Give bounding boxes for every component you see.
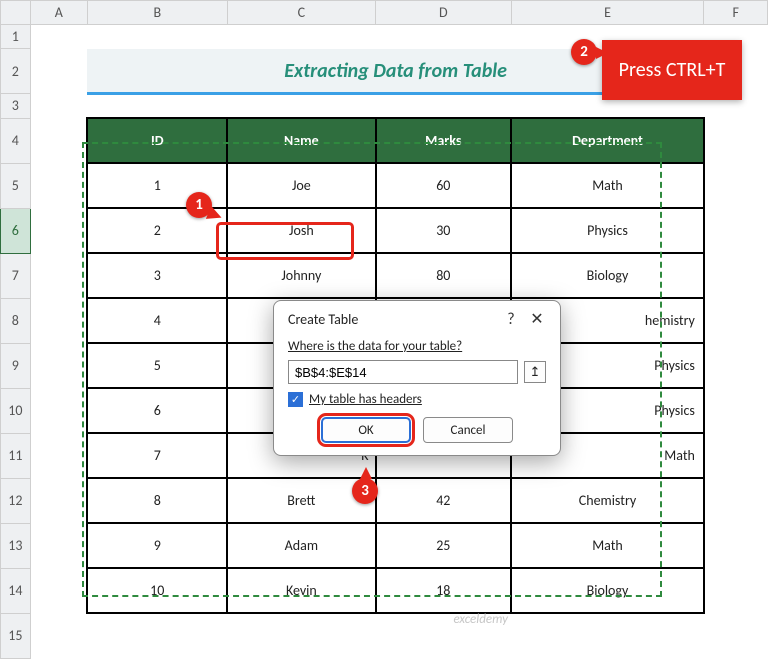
row-header-9[interactable]: 9 [1,343,31,388]
cell-B7[interactable]: 3 [87,253,227,298]
checkmark-icon: ✓ [291,393,300,406]
col-header-C[interactable]: C [227,1,375,25]
table-header-name: Name [227,118,375,163]
col-header-B[interactable]: B [87,1,227,25]
row-header-14[interactable]: 14 [1,568,31,613]
cell-D5[interactable]: 60 [376,163,512,208]
table-range-input[interactable] [288,360,518,384]
cell-D7[interactable]: 80 [376,253,512,298]
ok-button[interactable]: OK [321,417,411,443]
row-header-8[interactable]: 8 [1,298,31,343]
row-header-13[interactable]: 13 [1,523,31,568]
col-header-F[interactable]: F [704,1,768,25]
cell-E6[interactable]: Physics [511,208,704,253]
dialog-close-button[interactable]: ✕ [524,309,550,329]
collapse-icon: ↥ [530,365,541,380]
cell-B12[interactable]: 8 [87,478,227,523]
row-header-15[interactable]: 15 [1,613,31,658]
row-header-4[interactable]: 4 [1,118,31,163]
cell-B13[interactable]: 9 [87,523,227,568]
cell-B9[interactable]: 5 [87,343,227,388]
cell-B11[interactable]: 7 [87,433,227,478]
row-header-12[interactable]: 12 [1,478,31,523]
table-header-id: ID [87,118,227,163]
cell-E12[interactable]: Chemistry [511,478,704,523]
select-all-corner[interactable] [1,1,31,25]
row-header-6[interactable]: 6 [1,208,31,253]
headers-checkbox[interactable]: ✓ [288,392,303,407]
row-header-1[interactable]: 1 [1,25,31,49]
row-header-2[interactable]: 2 [1,49,31,94]
cell-C14[interactable]: Kevin [227,568,375,613]
cell-E5[interactable]: Math [511,163,704,208]
cell-C5[interactable]: Joe [227,163,375,208]
cell-C7[interactable]: Johnny [227,253,375,298]
cell-B10[interactable]: 6 [87,388,227,433]
dialog-title: Create Table [288,311,498,328]
cell-B8[interactable]: 4 [87,298,227,343]
dialog-question: Where is the data for your table? [274,335,560,360]
cell-E13[interactable]: Math [511,523,704,568]
cell-C13[interactable]: Adam [227,523,375,568]
dialog-help-button[interactable]: ? [498,310,524,329]
watermark: exceldemy [453,612,508,627]
row-header-7[interactable]: 7 [1,253,31,298]
table-header-dept: Department [511,118,704,163]
row-header-10[interactable]: 10 [1,388,31,433]
row-header-11[interactable]: 11 [1,433,31,478]
cell-E7[interactable]: Biology [511,253,704,298]
press-ctrl-t-banner: Press CTRL+T [602,40,742,100]
cell-D12[interactable]: 42 [376,478,512,523]
callout-badge-2: 2 [571,39,597,65]
cancel-button[interactable]: Cancel [423,417,513,443]
create-table-dialog: Create Table ? ✕ Where is the data for y… [273,300,561,456]
row-header-3[interactable]: 3 [1,94,31,118]
table-header-marks: Marks [376,118,512,163]
cell-C6[interactable]: Josh [227,208,375,253]
col-header-E[interactable]: E [511,1,704,25]
cell-D13[interactable]: 25 [376,523,512,568]
range-picker-button[interactable]: ↥ [524,361,546,383]
col-header-A[interactable]: A [30,1,87,25]
headers-checkbox-label: My table has headers [309,392,422,407]
row-header-5[interactable]: 5 [1,163,31,208]
cell-B14[interactable]: 10 [87,568,227,613]
col-header-D[interactable]: D [376,1,512,25]
cell-E14[interactable]: Biology [511,568,704,613]
cell-D14[interactable]: 18 [376,568,512,613]
callout-badge-1: 1 [186,192,212,218]
callout-badge-3: 3 [352,478,378,504]
cell-D6[interactable]: 30 [376,208,512,253]
